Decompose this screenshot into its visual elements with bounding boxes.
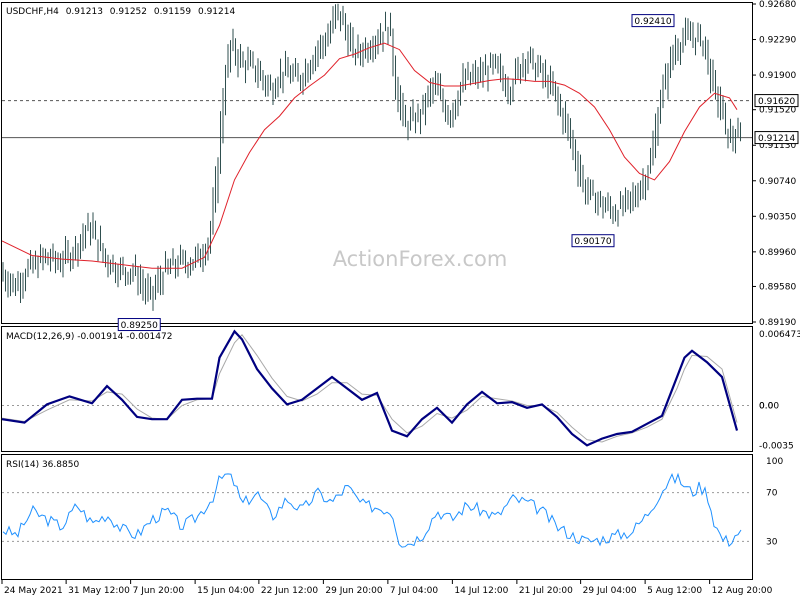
macd-ytick-label: 0.006473 <box>759 330 800 340</box>
hline-tag-label-0: 0.91620 <box>758 97 795 107</box>
price-ytick-label: 0.92290 <box>759 36 796 46</box>
rsi-panel-frame <box>1 454 753 580</box>
macd-ytick-label: 0.0 <box>759 402 774 412</box>
price-ytick-label: 0.89960 <box>759 248 796 258</box>
xtick-label: 7 Jun 20:00 <box>133 586 185 596</box>
xtick-label: 29 Jul 04:00 <box>583 586 637 596</box>
xtick-label: 5 Aug 12:00 <box>647 586 702 596</box>
price-ytick-label: 0.89190 <box>759 318 796 328</box>
symbol-label: USDCHF,H4 <box>6 7 59 17</box>
open-value: 0.91213 <box>66 7 103 17</box>
price-ytick-label: 0.89580 <box>759 282 796 292</box>
high-value: 0.91252 <box>110 7 147 17</box>
xtick-label: 22 Jun 12:00 <box>261 586 318 596</box>
annotation-label-1: 0.92410 <box>634 17 671 27</box>
close-value: 0.91214 <box>198 7 235 17</box>
price-ytick-label: 0.91520 <box>759 106 796 116</box>
xtick-label: 29 Jun 20:00 <box>325 586 382 596</box>
xtick-label: 21 Jul 20:00 <box>519 586 573 596</box>
usdchf-chart: ActionForex.com USDCHF,H4 0.91213 0.9125… <box>1 0 800 596</box>
xtick-label: 14 Jul 12:00 <box>454 586 508 596</box>
macd-title: MACD(12,26,9) -0.001914 -0.001472 <box>6 332 172 342</box>
xtick-label: 15 Jun 04:00 <box>197 586 254 596</box>
chart-root: ActionForex.com USDCHF,H4 0.91213 0.9125… <box>0 0 800 600</box>
xtick-label: 7 Jul 04:00 <box>390 586 439 596</box>
low-value: 0.91159 <box>154 7 191 17</box>
watermark-text: ActionForex.com <box>333 247 508 271</box>
rsi-title: RSI(14) 36.8850 <box>6 460 79 470</box>
xtick-label: 24 May 2021 <box>4 586 63 596</box>
xtick-label: 31 May 12:00 <box>68 586 130 596</box>
rsi-ytick-label: 100 <box>766 457 783 467</box>
xtick-label: 12 Aug 20:00 <box>712 586 773 596</box>
annotation-label-2: 0.90170 <box>574 237 611 247</box>
annotation-label-3: 0.89250 <box>121 321 158 331</box>
chart-header: USDCHF,H4 0.91213 0.91252 0.91159 0.9121… <box>6 7 235 17</box>
hline-tag-label-1: 0.91214 <box>758 134 795 144</box>
price-ytick-label: 0.91900 <box>759 71 796 81</box>
rsi-ytick-label: 70 <box>766 489 778 499</box>
price-ytick-label: 0.92680 <box>759 0 796 10</box>
price-panel-frame <box>1 2 753 324</box>
rsi-ytick-label: 30 <box>766 537 778 547</box>
price-ytick-label: 0.90740 <box>759 177 796 187</box>
macd-panel-frame <box>1 326 753 452</box>
price-ytick-label: 0.90350 <box>759 212 796 222</box>
macd-ytick-label: -0.0035 <box>759 441 794 451</box>
